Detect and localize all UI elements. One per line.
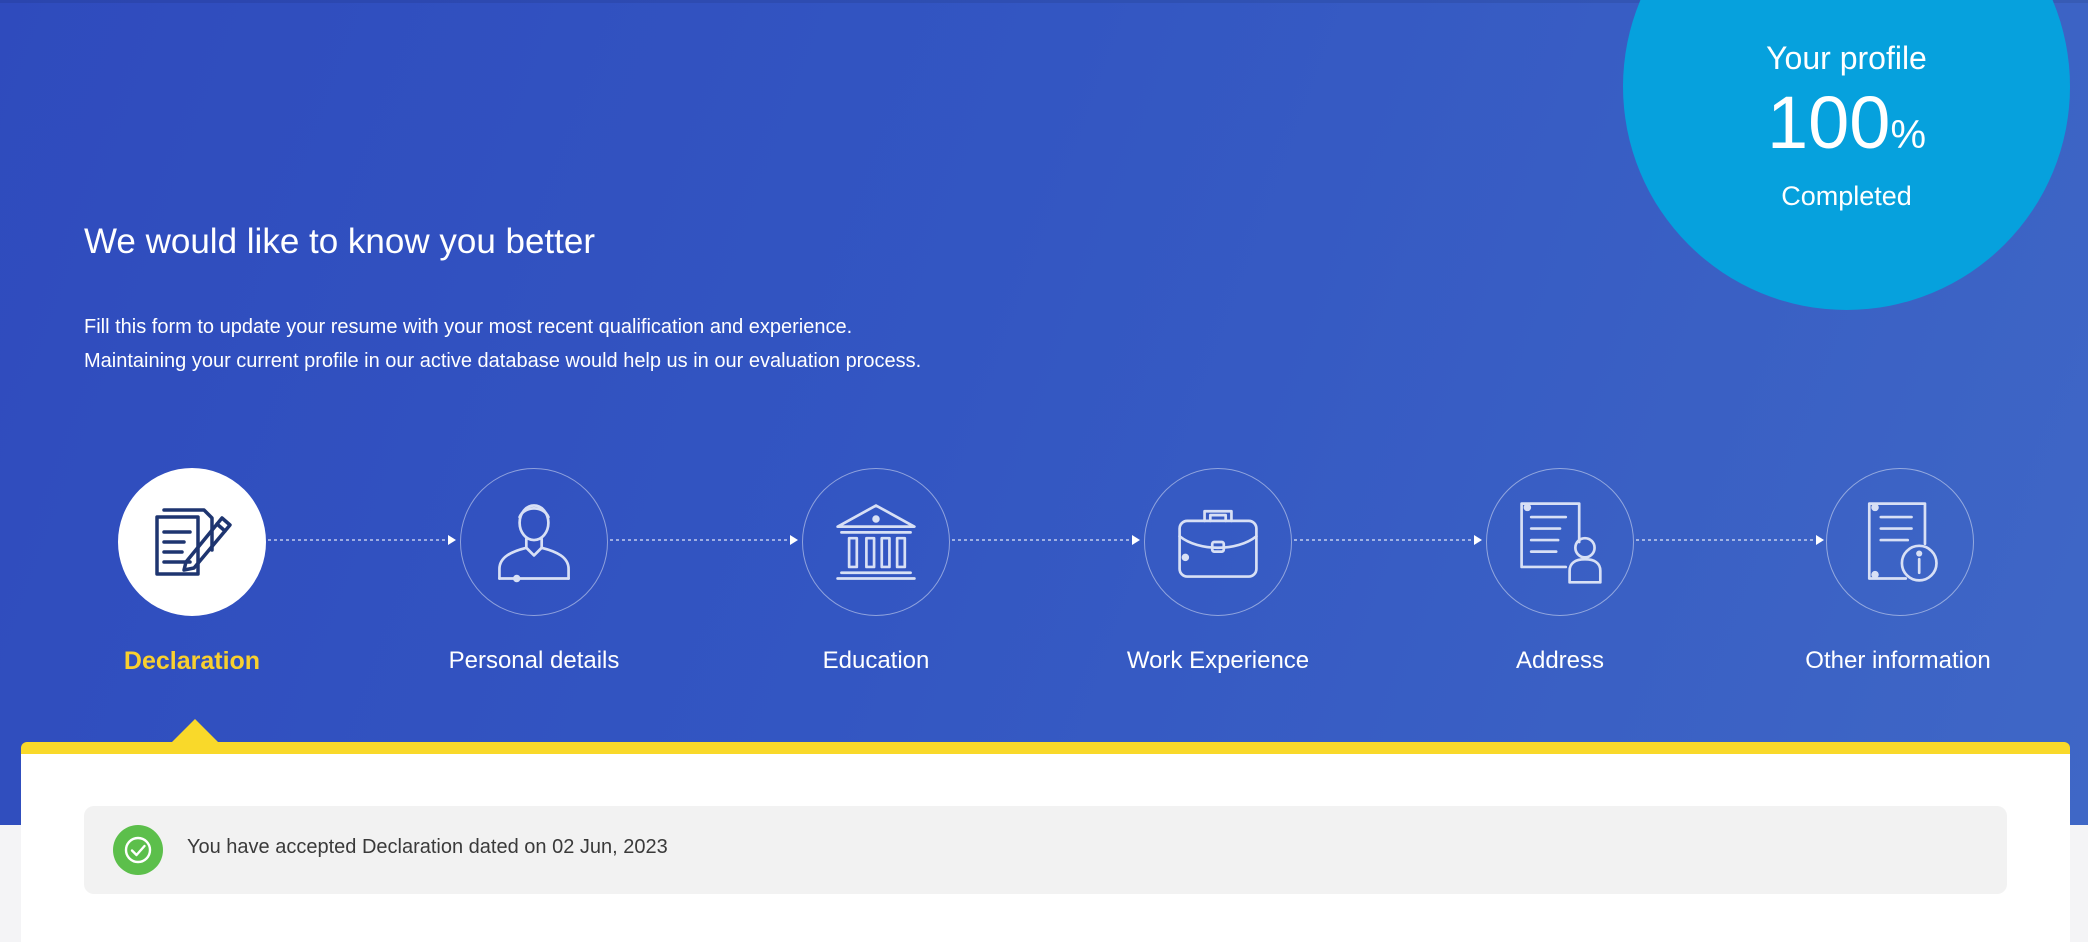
- step-label-education[interactable]: Education: [746, 647, 1006, 675]
- institution-icon: [836, 504, 916, 580]
- active-step-pointer: [172, 719, 218, 742]
- step-declaration[interactable]: [118, 468, 266, 616]
- step-connector: [1636, 535, 1824, 545]
- step-label-other-information[interactable]: Other information: [1768, 647, 2028, 675]
- check-icon: [113, 825, 163, 875]
- profile-status: Completed: [1781, 181, 1912, 211]
- step-label-address[interactable]: Address: [1430, 647, 1690, 675]
- step-connector: [1294, 535, 1482, 545]
- profile-percent-value: 100: [1766, 81, 1891, 164]
- declaration-icon: [155, 508, 232, 576]
- profile-percent: 100%: [1623, 78, 2070, 180]
- page-title: We would like to know you better: [84, 222, 596, 261]
- step-connector: [610, 535, 798, 545]
- profile-percent-sign: %: [1890, 113, 1927, 157]
- intro-text-line-1: Fill this form to update your resume wit…: [84, 316, 853, 338]
- document-info-icon: [1867, 502, 1938, 582]
- step-other-information[interactable]: [1826, 468, 1974, 616]
- step-label-personal-details[interactable]: Personal details: [404, 647, 664, 675]
- hero-banner: Your profile 100% Completed We would lik…: [0, 0, 2088, 825]
- step-personal-details[interactable]: [460, 468, 608, 616]
- step-connector: [268, 535, 456, 545]
- step-work-experience[interactable]: [1144, 468, 1292, 616]
- notice-text: You have accepted Declaration dated on 0…: [187, 836, 668, 858]
- person-icon: [498, 504, 570, 583]
- address-card-icon: [1520, 502, 1602, 584]
- declaration-accepted-notice: You have accepted Declaration dated on 0…: [84, 806, 2007, 894]
- step-connector: [952, 535, 1140, 545]
- briefcase-icon: [1178, 509, 1258, 578]
- step-address[interactable]: [1486, 468, 1634, 616]
- intro-text-line-2: Maintaining your current profile in our …: [84, 350, 922, 372]
- step-label-work-experience[interactable]: Work Experience: [1088, 647, 1348, 675]
- step-label-declaration[interactable]: Declaration: [62, 647, 322, 676]
- profile-title: Your profile: [1766, 40, 1927, 76]
- step-education[interactable]: [802, 468, 950, 616]
